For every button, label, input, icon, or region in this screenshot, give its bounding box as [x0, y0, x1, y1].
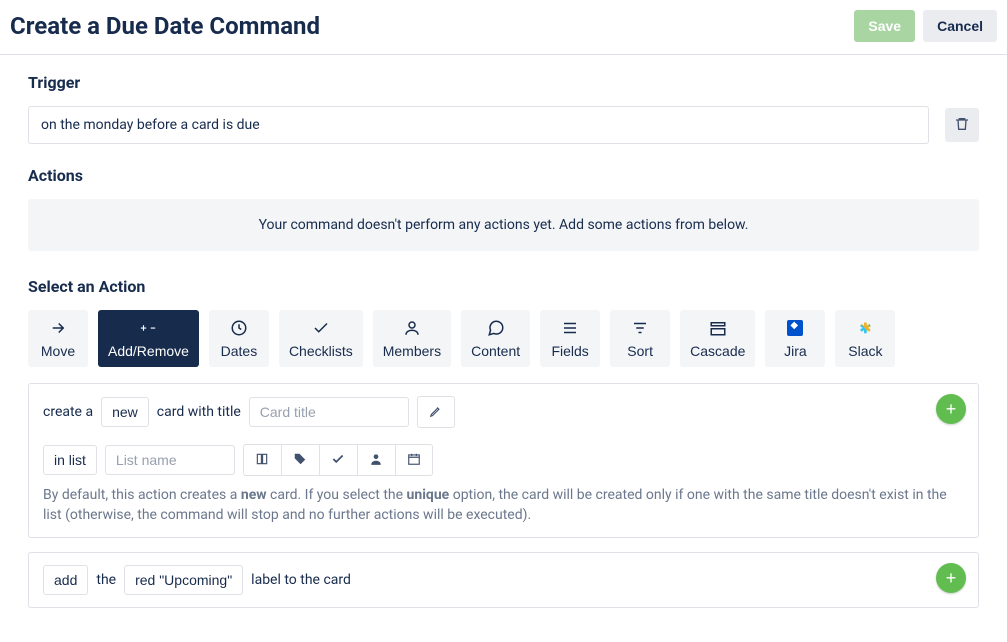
tab-add-remove[interactable]: Add/Remove — [98, 310, 199, 367]
tab-content-label: Content — [471, 343, 520, 359]
list-icon — [561, 318, 579, 338]
tab-checklists[interactable]: Checklists — [279, 310, 363, 367]
add-action-button[interactable]: + — [936, 394, 966, 424]
tab-add-remove-label: Add/Remove — [108, 343, 189, 359]
tab-members[interactable]: Members — [373, 310, 451, 367]
action-add-label: + add the red "Upcoming" label to the ca… — [28, 552, 979, 608]
option-date-button[interactable] — [395, 444, 433, 476]
pencil-icon — [429, 404, 443, 421]
cascade-icon — [709, 318, 727, 338]
check-icon — [312, 318, 330, 338]
jira-icon — [787, 318, 803, 338]
actions-empty-banner: Your command doesn't perform any actions… — [28, 199, 979, 251]
create-card-help-text: By default, this action creates a new ca… — [43, 486, 964, 525]
tab-fields-label: Fields — [551, 343, 588, 359]
option-position-button[interactable] — [243, 444, 281, 476]
add-action-button[interactable]: + — [936, 563, 966, 593]
tab-cascade-label: Cascade — [690, 343, 745, 359]
trigger-text[interactable]: on the monday before a card is due — [28, 106, 929, 144]
option-label-button[interactable] — [281, 444, 319, 476]
page-title: Create a Due Date Command — [10, 12, 320, 40]
select-action-label: Select an Action — [28, 277, 979, 296]
tab-fields[interactable]: Fields — [540, 310, 600, 367]
tab-content[interactable]: Content — [461, 310, 530, 367]
tab-sort-label: Sort — [627, 343, 653, 359]
text-create-a: create a — [43, 404, 93, 420]
slack-icon: ✱ — [860, 318, 872, 338]
tab-jira-label: Jira — [784, 343, 807, 359]
action-create-card: + create a new card with title in list B… — [28, 383, 979, 538]
text-card-with-title: card with title — [157, 404, 241, 420]
save-button[interactable]: Save — [854, 10, 915, 42]
tab-move-label: Move — [41, 343, 75, 359]
filter-icon — [631, 318, 649, 338]
actions-section-label: Actions — [28, 166, 979, 185]
chip-in-list[interactable]: in list — [43, 445, 97, 475]
tab-jira[interactable]: Jira — [765, 310, 825, 367]
card-title-input[interactable] — [249, 397, 409, 427]
tab-slack-label: Slack — [848, 343, 882, 359]
tab-cascade[interactable]: Cascade — [680, 310, 755, 367]
person-icon — [403, 318, 421, 338]
text-the: the — [96, 572, 116, 588]
cancel-button[interactable]: Cancel — [923, 10, 997, 42]
chip-label-value[interactable]: red "Upcoming" — [124, 565, 243, 595]
tab-move[interactable]: Move — [28, 310, 88, 367]
check-icon — [331, 452, 345, 469]
arrow-right-icon — [49, 318, 67, 338]
tab-slack[interactable]: ✱ Slack — [835, 310, 895, 367]
tab-dates[interactable]: Dates — [209, 310, 269, 367]
header-buttons: Save Cancel — [854, 10, 997, 42]
speech-icon — [487, 318, 505, 338]
edit-title-button[interactable] — [417, 396, 455, 428]
plus-minus-icon — [139, 318, 157, 338]
chip-add[interactable]: add — [43, 565, 88, 595]
trigger-section-label: Trigger — [28, 73, 979, 92]
clock-icon — [230, 318, 248, 338]
person-icon — [369, 452, 383, 469]
tab-members-label: Members — [383, 343, 441, 359]
option-check-button[interactable] — [319, 444, 357, 476]
tag-icon — [293, 452, 307, 469]
trash-icon — [954, 116, 970, 135]
tab-sort[interactable]: Sort — [610, 310, 670, 367]
chip-new[interactable]: new — [101, 397, 149, 427]
list-name-input[interactable] — [105, 445, 235, 475]
delete-trigger-button[interactable] — [945, 108, 979, 142]
tab-checklists-label: Checklists — [289, 343, 353, 359]
text-label-to-card: label to the card — [251, 572, 351, 588]
tab-dates-label: Dates — [221, 343, 258, 359]
option-member-button[interactable] — [357, 444, 395, 476]
card-option-icons — [243, 444, 433, 476]
action-tabs: Move Add/Remove Dates Checklists Members… — [28, 310, 979, 367]
calendar-icon — [407, 452, 421, 469]
layout-icon — [255, 452, 269, 469]
